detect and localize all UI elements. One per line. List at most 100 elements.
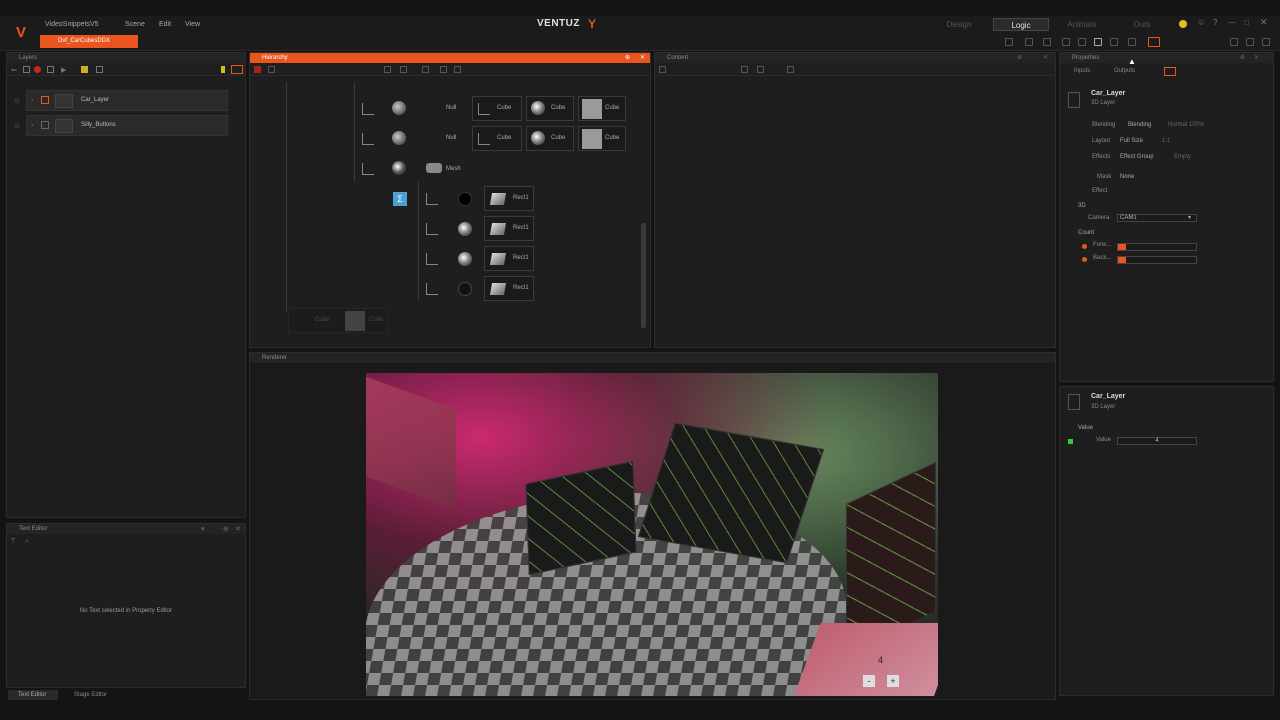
- pin-icon[interactable]: ▾: [201, 525, 205, 533]
- section-3d[interactable]: 3D: [1078, 203, 1086, 209]
- mode-tab-logic[interactable]: Logic: [993, 18, 1049, 31]
- node-cube-material[interactable]: Cube: [526, 96, 574, 121]
- text-icon[interactable]: T: [11, 538, 15, 545]
- play-icon[interactable]: ▶: [61, 66, 66, 74]
- layer-row-buttons[interactable]: › Silly_Buttons: [26, 115, 228, 136]
- toolbar-icon[interactable]: [741, 66, 748, 73]
- close-panel-icon[interactable]: ✕: [1254, 54, 1259, 61]
- help-icon[interactable]: ?: [1213, 18, 1217, 27]
- toolbar-icon[interactable]: [1128, 38, 1136, 46]
- edit-icon[interactable]: [41, 121, 49, 129]
- section-value[interactable]: Value: [1078, 425, 1093, 431]
- row-back-field[interactable]: [1117, 256, 1197, 264]
- toolbar-icon[interactable]: [1043, 38, 1051, 46]
- record-icon[interactable]: [254, 66, 261, 73]
- toolbar-icon[interactable]: [400, 66, 407, 73]
- camera-select[interactable]: CAM1: [1117, 214, 1197, 222]
- decrement-button[interactable]: -: [863, 675, 875, 687]
- menu-edit[interactable]: Edit: [159, 21, 171, 28]
- node-cube[interactable]: Cube: [472, 126, 522, 151]
- input-port-icon[interactable]: [1082, 244, 1087, 249]
- prop-effects-value[interactable]: Effect Group: [1120, 154, 1154, 160]
- node-rect[interactable]: Rect1: [484, 186, 534, 211]
- prop-layout-value[interactable]: Full Size: [1120, 138, 1143, 144]
- visibility-icon[interactable]: ⊙: [14, 122, 20, 130]
- toolbar-icon[interactable]: [1005, 38, 1013, 46]
- ventuz-logo-icon[interactable]: V: [12, 24, 30, 42]
- layer-icon[interactable]: [47, 66, 54, 73]
- close-panel-icon[interactable]: ✕: [1043, 54, 1048, 61]
- edit-icon[interactable]: [41, 96, 49, 104]
- menu-scene[interactable]: Scene: [125, 21, 145, 28]
- prop-mask-value[interactable]: None: [1120, 174, 1134, 180]
- close-panel-icon[interactable]: ✕: [235, 525, 241, 533]
- toolbar-icon[interactable]: [659, 66, 666, 73]
- expand-icon[interactable]: ›: [31, 97, 33, 104]
- settings-icon[interactable]: [96, 66, 103, 73]
- layer-row-car[interactable]: › Car_Layer: [26, 90, 228, 111]
- node-rect[interactable]: Rect1: [484, 216, 534, 241]
- node-cube-swatch[interactable]: Cube: [578, 96, 626, 121]
- lock-icon[interactable]: [1164, 67, 1176, 76]
- prop-blending-value[interactable]: Blending: [1128, 122, 1151, 128]
- toolbar-icon[interactable]: [422, 66, 429, 73]
- close-panel-icon[interactable]: ✕: [640, 54, 645, 61]
- scrollbar-thumb[interactable]: [641, 223, 646, 328]
- row-forward-field[interactable]: [1117, 243, 1197, 251]
- toolbar-icon[interactable]: [1025, 38, 1033, 46]
- pin-icon[interactable]: ⊕: [1240, 54, 1245, 61]
- toolbar-icon[interactable]: [1062, 38, 1070, 46]
- mode-tab-animate[interactable]: Animate: [1058, 18, 1106, 31]
- tab-outputs[interactable]: Outputs: [1114, 68, 1135, 74]
- search-icon[interactable]: ⌕: [25, 538, 29, 546]
- chevron-down-icon[interactable]: ▾: [1188, 214, 1191, 221]
- user-icon[interactable]: ☺: [1197, 18, 1205, 27]
- expand-icon[interactable]: ›: [31, 122, 33, 129]
- mode-tab-design[interactable]: Design: [935, 18, 983, 31]
- node-rect[interactable]: Rect1: [484, 246, 534, 271]
- toolbar-icon[interactable]: [1094, 38, 1102, 46]
- visibility-icon[interactable]: ⊙: [14, 97, 20, 105]
- toolbar-icon[interactable]: [454, 66, 461, 73]
- save-icon[interactable]: [23, 66, 30, 73]
- node-cube-swatch[interactable]: Cube: [578, 126, 626, 151]
- prop-effect-label[interactable]: Effect: [1092, 188, 1107, 194]
- mode-tab-outs[interactable]: Outs: [1120, 18, 1164, 31]
- toolbar-icon[interactable]: [1148, 37, 1160, 47]
- toolbar-icon[interactable]: [787, 66, 794, 73]
- record-icon[interactable]: [34, 66, 41, 73]
- input-port-icon[interactable]: [1082, 257, 1087, 262]
- back-icon[interactable]: ⇐: [11, 66, 17, 74]
- node-cube-faded[interactable]: Cube Cube: [288, 308, 388, 333]
- render-viewport[interactable]: 4 - +: [366, 373, 938, 696]
- tab-text-editor[interactable]: Text Editor: [8, 690, 58, 700]
- open-file-tab[interactable]: Dvf_CarCubesDDX: [40, 35, 138, 48]
- group-icon[interactable]: Σ: [393, 192, 407, 206]
- lock-icon[interactable]: [231, 65, 243, 74]
- folder-icon[interactable]: [81, 66, 88, 73]
- menu-view[interactable]: View: [185, 21, 200, 28]
- toolbar-icon[interactable]: [1110, 38, 1118, 46]
- section-count[interactable]: Count: [1078, 230, 1094, 236]
- toolbar-icon[interactable]: [1078, 38, 1086, 46]
- increment-button[interactable]: +: [887, 675, 899, 687]
- toolbar-icon[interactable]: [757, 66, 764, 73]
- tab-stage-editor[interactable]: Stage Editor: [64, 690, 124, 700]
- toolbar-icon[interactable]: [1230, 38, 1238, 46]
- pin-icon[interactable]: ⊕: [1017, 54, 1022, 61]
- pin-icon[interactable]: ⊕: [625, 54, 630, 61]
- tab-inputs[interactable]: Inputs: [1074, 68, 1090, 74]
- toolbar-icon[interactable]: [440, 66, 447, 73]
- trigger-icon[interactable]: [1118, 244, 1126, 250]
- output-port-icon[interactable]: [1068, 439, 1073, 444]
- toolbar-icon[interactable]: [1246, 38, 1254, 46]
- node-cube[interactable]: Cube: [472, 96, 522, 121]
- toolbar-icon[interactable]: [268, 66, 275, 73]
- toolbar-icon[interactable]: [1262, 38, 1270, 46]
- value-field[interactable]: 4: [1117, 437, 1197, 445]
- maximize-icon[interactable]: □: [1244, 18, 1249, 27]
- close-icon[interactable]: ✕: [1260, 17, 1268, 28]
- pin-icon[interactable]: ⊕: [223, 525, 229, 533]
- node-rect[interactable]: Rect1: [484, 276, 534, 301]
- node-cube-material[interactable]: Cube: [526, 126, 574, 151]
